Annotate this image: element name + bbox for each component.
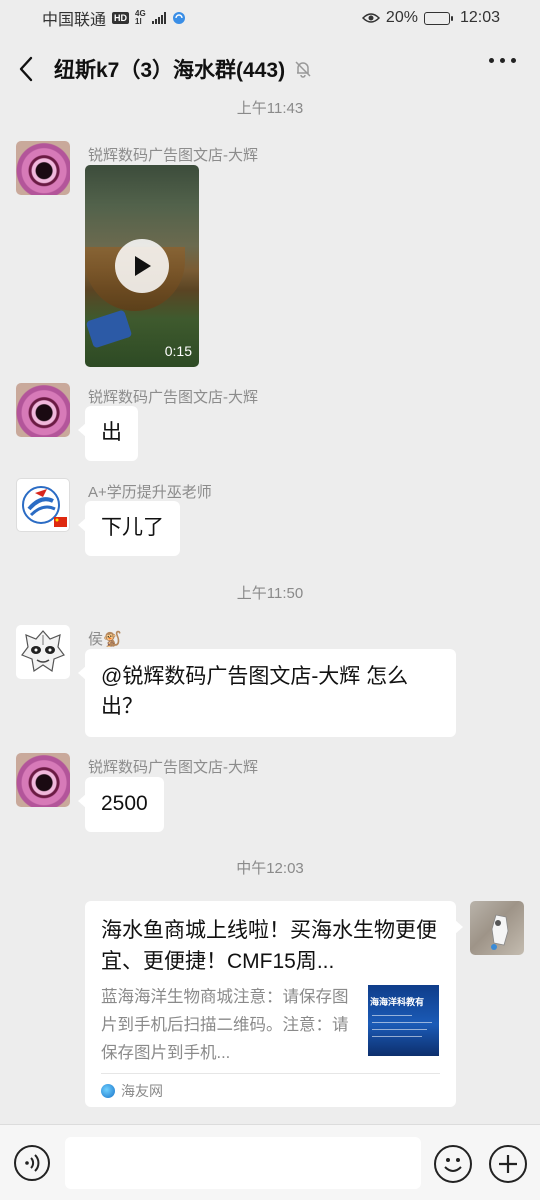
monkey-avatar-icon xyxy=(21,630,65,673)
message-bubble[interactable]: @锐辉数码广告图文店-大辉 怎么出？ xyxy=(78,649,456,737)
link-card-thumbnail: 海海洋科教有 xyxy=(368,985,439,1056)
chat-title: 纽斯k7（3）海水群(443) xyxy=(54,59,286,82)
source-globe-icon xyxy=(101,1084,115,1098)
clock: 12:03 xyxy=(459,9,500,26)
chat-header: 纽斯k7（3）海水群(443) xyxy=(0,36,540,102)
timestamp: 中午12:03 xyxy=(236,860,304,877)
source-name: 海友网 xyxy=(121,1083,163,1099)
status-bar: 中国联通 HD 4G 1l 20% 12:03 xyxy=(0,0,540,36)
more-options-button[interactable] xyxy=(489,58,516,63)
hd-icon: HD xyxy=(112,12,130,24)
education-logo-icon xyxy=(22,486,67,527)
plus-icon xyxy=(499,1155,517,1173)
message-bubble[interactable]: 下儿了 xyxy=(78,501,180,556)
avatar[interactable] xyxy=(16,141,70,195)
eye-icon xyxy=(361,13,380,23)
link-card-title: 海水鱼商城上线啦！买海水生物更便宜、更便捷！CMF15周... xyxy=(101,919,437,973)
link-card-description: 蓝海海洋生物商城注意：请保存图片到手机后扫描二维码。注意：请保存图片到手机... xyxy=(101,988,349,1062)
timestamp: 上午11:43 xyxy=(236,100,304,117)
more-functions-button[interactable] xyxy=(489,1145,527,1183)
play-icon[interactable] xyxy=(115,239,169,293)
divider xyxy=(101,1073,440,1074)
avatar-figure-icon xyxy=(491,914,509,950)
my-avatar[interactable] xyxy=(470,901,524,955)
timestamp: 上午11:50 xyxy=(236,585,304,602)
sender-name: 锐辉数码广告图文店-大辉 xyxy=(88,759,258,776)
sender-name: 锐辉数码广告图文店-大辉 xyxy=(88,389,258,406)
sender-name: 侯🐒 xyxy=(88,631,122,648)
link-card-source: 海友网 xyxy=(101,1081,163,1101)
message-bubble[interactable]: 2500 xyxy=(78,777,164,832)
message-bubble[interactable]: 出 xyxy=(78,406,138,461)
sender-name: A+学历提升巫老师 xyxy=(88,484,212,501)
input-bar xyxy=(0,1124,540,1200)
link-card-message[interactable]: 海水鱼商城上线啦！买海水生物更便宜、更便捷！CMF15周... 蓝海海洋生物商城… xyxy=(85,901,463,1107)
emoji-button[interactable] xyxy=(434,1145,472,1183)
avatar[interactable] xyxy=(16,478,70,532)
voice-input-button[interactable] xyxy=(14,1145,50,1181)
avatar[interactable] xyxy=(16,753,70,807)
sender-name: 锐辉数码广告图文店-大辉 xyxy=(88,147,258,164)
video-message[interactable]: 0:15 xyxy=(85,165,199,367)
battery-icon xyxy=(423,11,453,25)
thumbnail-caption: 海海洋科教有 xyxy=(370,998,425,1008)
battery-percent: 20% xyxy=(385,9,418,26)
avatar[interactable] xyxy=(16,625,70,679)
mute-bell-icon xyxy=(295,61,311,78)
back-button[interactable] xyxy=(18,49,46,89)
signal-icon xyxy=(151,12,166,24)
smiley-icon xyxy=(444,1158,462,1172)
voice-icon xyxy=(25,1154,40,1172)
video-duration: 0:15 xyxy=(164,343,192,359)
carrier-name: 中国联通 xyxy=(42,12,107,29)
avatar[interactable] xyxy=(16,383,70,437)
network-type-icon: 4G 1l xyxy=(135,9,146,26)
hotspot-icon xyxy=(172,12,185,24)
chevron-left-icon xyxy=(19,56,33,82)
message-input[interactable] xyxy=(65,1137,421,1189)
